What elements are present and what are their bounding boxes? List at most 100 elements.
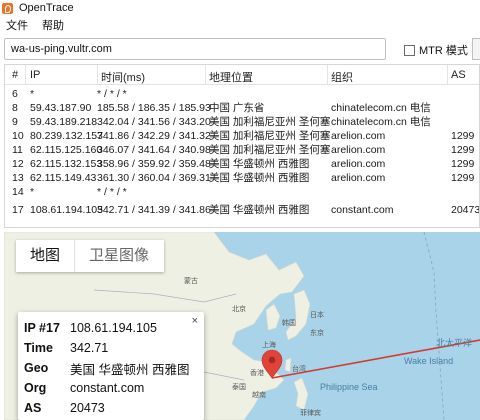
info-org-label: Org bbox=[24, 381, 47, 395]
route-map[interactable]: 蒙古 中国 北京 韩国 日本 东京 上海 台湾 香港 泰国 越南 菲律宾 北太平… bbox=[4, 232, 480, 420]
cell-hop: 11 bbox=[12, 144, 23, 156]
map-label: 日本 bbox=[310, 312, 324, 319]
table-row[interactable]: 14 * * / * / * bbox=[5, 185, 479, 199]
cell-hop: 9 bbox=[12, 116, 18, 128]
map-label: 东京 bbox=[310, 330, 324, 337]
info-org-row: Org constant.com bbox=[24, 378, 198, 398]
map-label: 北京 bbox=[232, 306, 246, 313]
table-row[interactable]: 6 * * / * / * bbox=[5, 87, 479, 101]
cell-geo: 美国 华盛顿州 西雅图 bbox=[209, 204, 310, 216]
info-as-value: 20473 bbox=[70, 401, 105, 415]
info-time-value: 342.71 bbox=[70, 341, 109, 355]
cell-org: arelion.com bbox=[331, 130, 386, 142]
hop-info-window: × IP #17 108.61.194.105 Time 342.71 Geo … bbox=[18, 312, 204, 420]
info-geo-label: Geo bbox=[24, 361, 49, 375]
column-divider[interactable] bbox=[25, 65, 26, 85]
cell-ip: * bbox=[30, 186, 35, 198]
cell-hop: 13 bbox=[12, 172, 24, 184]
map-label: 韩国 bbox=[282, 320, 296, 327]
ocean-label: 北太平洋 bbox=[436, 338, 473, 348]
cell-hop: 6 bbox=[12, 88, 18, 100]
map-type-control: 地图 卫星图像 bbox=[16, 240, 164, 272]
target-toolbar: MTR 模式 bbox=[0, 36, 480, 62]
menu-file[interactable]: 文件 bbox=[6, 17, 28, 33]
cell-time: 341.86 / 342.29 / 341.32 bbox=[97, 130, 211, 142]
map-type-satellite-button[interactable]: 卫星图像 bbox=[74, 240, 163, 272]
cell-ip: 62.115.125.160 bbox=[30, 144, 103, 156]
mtr-label: MTR 模式 bbox=[419, 45, 468, 57]
cell-ip: 80.239.132.157 bbox=[30, 130, 103, 142]
cell-ip: 59.43.189.218 bbox=[30, 116, 98, 128]
title-bar: OpenTrace bbox=[0, 0, 480, 16]
map-label: 台湾 bbox=[292, 366, 306, 373]
col-ip[interactable]: IP bbox=[30, 69, 40, 81]
col-hop[interactable]: # bbox=[12, 69, 18, 81]
col-geo[interactable]: 地理位置 bbox=[209, 69, 253, 85]
map-label: 泰国 bbox=[232, 384, 246, 391]
mtr-toggle[interactable]: MTR 模式 bbox=[404, 42, 468, 58]
column-divider[interactable] bbox=[447, 65, 448, 85]
cell-time: 346.07 / 341.64 / 340.98 bbox=[97, 144, 211, 156]
table-row[interactable]: 17 108.61.194.105 342.71 / 341.39 / 341.… bbox=[5, 203, 480, 217]
col-org[interactable]: 组织 bbox=[331, 69, 353, 85]
cell-org: constant.com bbox=[331, 204, 394, 216]
col-as[interactable]: AS bbox=[451, 69, 466, 81]
table-row[interactable]: 13 62.115.149.43 361.30 / 360.04 / 369.3… bbox=[5, 171, 479, 185]
map-label: 蒙古 bbox=[184, 278, 198, 285]
ocean-label: Philippine Sea bbox=[320, 382, 378, 392]
cell-ip: 62.115.132.153 bbox=[30, 158, 103, 170]
info-time-label: Time bbox=[24, 341, 53, 355]
column-divider[interactable] bbox=[97, 65, 98, 85]
cell-geo: 美国 华盛顿州 西雅图 bbox=[209, 158, 310, 170]
cell-geo: 美国 加利福尼亚州 圣何塞 bbox=[209, 116, 331, 128]
mtr-checkbox[interactable] bbox=[404, 44, 415, 56]
map-label: 越南 bbox=[252, 392, 266, 399]
cell-org: chinatelecom.cn 电信 bbox=[331, 116, 431, 128]
window-title: OpenTrace bbox=[19, 2, 74, 14]
info-ip-value: 108.61.194.105 bbox=[70, 321, 157, 335]
cell-geo: 美国 加利福尼亚州 圣何塞 bbox=[209, 130, 331, 142]
target-host-input[interactable] bbox=[4, 38, 386, 60]
close-icon[interactable]: × bbox=[192, 315, 198, 327]
info-ip-label: IP #17 bbox=[24, 321, 60, 335]
table-row[interactable]: 9 59.43.189.218 342.04 / 341.56 / 343.20… bbox=[5, 115, 479, 129]
menu-bar: 文件 帮助 bbox=[0, 16, 480, 34]
map-label: 上海 bbox=[262, 342, 276, 349]
cell-time: 185.58 / 186.35 / 185.93 bbox=[97, 102, 211, 114]
start-button[interactable] bbox=[472, 38, 480, 60]
cell-hop: 17 bbox=[12, 204, 24, 216]
cell-time: 342.71 / 341.39 / 341.86 bbox=[97, 204, 211, 216]
table-row[interactable]: 12 62.115.132.153 358.96 / 359.92 / 359.… bbox=[5, 157, 479, 171]
opentrace-app-icon bbox=[2, 2, 13, 14]
cell-ip: * bbox=[30, 88, 35, 100]
info-geo-row: Geo 美国 华盛顿州 西雅图 bbox=[24, 358, 198, 378]
cell-time: * / * / * bbox=[97, 88, 127, 100]
table-header: # IP 时间(ms) 地理位置 组织 AS bbox=[5, 65, 479, 85]
info-org-value: constant.com bbox=[70, 381, 145, 395]
info-geo-value: 美国 华盛顿州 西雅图 bbox=[70, 362, 190, 377]
cell-as: 20473 bbox=[451, 204, 480, 216]
col-time[interactable]: 时间(ms) bbox=[101, 69, 145, 85]
column-divider[interactable] bbox=[205, 65, 206, 85]
table-row[interactable]: 11 62.115.125.160 346.07 / 341.64 / 340.… bbox=[5, 143, 479, 157]
cell-as: 1299 bbox=[451, 172, 475, 184]
menu-help[interactable]: 帮助 bbox=[42, 17, 64, 33]
cell-geo: 美国 华盛顿州 西雅图 bbox=[209, 172, 310, 184]
cell-geo: 美国 加利福尼亚州 圣何塞 bbox=[209, 144, 331, 156]
cell-org: arelion.com bbox=[331, 172, 386, 184]
cell-org: arelion.com bbox=[331, 158, 386, 170]
cell-hop: 10 bbox=[12, 130, 24, 142]
cell-ip: 108.61.194.105 bbox=[30, 204, 103, 216]
table-row[interactable]: 10 80.239.132.157 341.86 / 342.29 / 341.… bbox=[5, 129, 479, 143]
table-row[interactable]: 8 59.43.187.90 185.58 / 186.35 / 185.93 … bbox=[5, 101, 479, 115]
cell-time: 358.96 / 359.92 / 359.48 bbox=[97, 158, 211, 170]
cell-hop: 14 bbox=[12, 186, 24, 198]
info-ip-row: IP #17 108.61.194.105 bbox=[24, 318, 198, 338]
cell-ip: 59.43.187.90 bbox=[30, 102, 92, 114]
column-divider[interactable] bbox=[327, 65, 328, 85]
cell-time: * / * / * bbox=[97, 186, 127, 198]
cell-org: arelion.com bbox=[331, 144, 386, 156]
map-label: 菲律宾 bbox=[300, 410, 321, 417]
info-as-row: AS 20473 bbox=[24, 398, 198, 418]
map-type-map-button[interactable]: 地图 bbox=[16, 240, 74, 272]
